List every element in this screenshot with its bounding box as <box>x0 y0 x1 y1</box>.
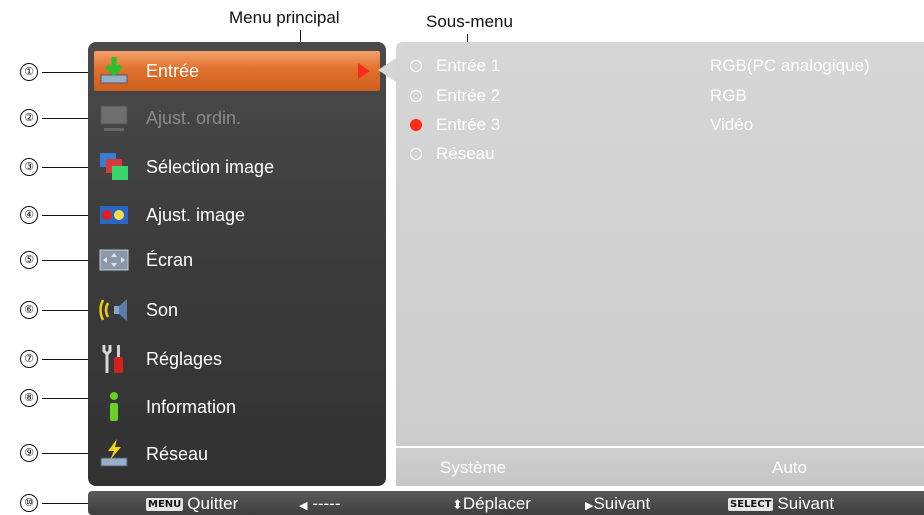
radio-selected-icon <box>410 119 422 131</box>
menu-item-ajust-ordin[interactable]: Ajust. ordin. <box>94 98 380 138</box>
settings-icon <box>98 343 130 375</box>
callout-10-line <box>42 503 94 504</box>
select-key-icon: SELECT <box>728 498 774 511</box>
menu-item-label: Ajust. ordin. <box>146 107 242 128</box>
guide-quit-label: Quitter <box>187 494 239 513</box>
sub-menu-footer[interactable]: Système Auto <box>396 446 924 486</box>
sub-menu-option-value: Vidéo <box>710 115 754 134</box>
menu-item-label: Entrée <box>146 60 200 81</box>
radio-icon <box>410 60 422 72</box>
screen-icon <box>98 244 130 276</box>
menu-item-label: Information <box>146 396 237 417</box>
callout-1-line <box>42 72 94 73</box>
sub-menu-option-value: RGB <box>710 86 747 105</box>
menu-item-reseau[interactable]: Réseau <box>94 434 380 474</box>
left-arrow-icon: ◀ <box>299 500 308 512</box>
sub-menu-option-label: Réseau <box>436 144 495 163</box>
callout-3: ③ <box>20 158 38 176</box>
callout-9-line <box>42 453 94 454</box>
menu-item-information[interactable]: Information <box>94 387 380 427</box>
menu-item-label: Écran <box>146 249 194 270</box>
menu-item-reglages[interactable]: Réglages <box>94 339 380 379</box>
callout-2-line <box>42 118 94 119</box>
selection-arrow-icon <box>358 63 370 79</box>
callout-9: ⑨ <box>20 444 38 462</box>
menu-item-son[interactable]: Son <box>94 290 380 330</box>
guide-select[interactable]: SELECT Suivant <box>728 494 834 514</box>
image-select-icon <box>98 151 130 183</box>
callout-4: ④ <box>20 206 38 224</box>
sub-menu-option-entree-2[interactable]: Entrée 2 RGB <box>410 84 920 108</box>
information-icon <box>98 391 130 423</box>
sub-menu-option-value: RGB(PC analogique) <box>710 56 870 75</box>
sub-menu-pointer <box>378 58 396 82</box>
sub-menu-option-label: Entrée 3 <box>436 115 501 134</box>
sound-icon <box>98 294 130 326</box>
guide-back: ◀ ----- <box>299 494 341 514</box>
sub-menu-option-entree-3[interactable]: Entrée 3 Vidéo <box>410 113 920 137</box>
callout-2: ② <box>20 109 38 127</box>
image-adjust-icon <box>98 199 130 231</box>
callout-5-line <box>42 260 94 261</box>
menu-item-label: Son <box>146 299 179 320</box>
guide-move: ⬍Déplacer <box>452 494 531 514</box>
callout-4-line <box>42 215 94 216</box>
callout-1: ① <box>20 63 38 81</box>
callout-6: ⑥ <box>20 301 38 319</box>
menu-item-ecran[interactable]: Écran <box>94 240 380 280</box>
main-menu-caption: Menu principal <box>229 8 340 27</box>
callout-5: ⑤ <box>20 251 38 269</box>
sub-menu-option-label: Entrée 2 <box>436 86 501 105</box>
callout-7: ⑦ <box>20 350 38 368</box>
menu-item-label: Réglages <box>146 348 223 369</box>
footer-label: Système <box>440 458 507 477</box>
menu-item-ajust-image[interactable]: Ajust. image <box>94 195 380 235</box>
guide-bar: MENU Quitter ◀ ----- ⬍Déplacer ▶Suivant S… <box>88 491 924 515</box>
up-down-arrow-icon: ⬍ <box>452 497 463 512</box>
guide-back-label: ----- <box>312 494 341 513</box>
menu-key-icon: MENU <box>146 498 184 511</box>
sub-menu-option-reseau[interactable]: Réseau <box>410 142 920 166</box>
radio-icon <box>410 148 422 160</box>
callout-3-line <box>42 167 94 168</box>
menu-item-selection-image[interactable]: Sélection image <box>94 147 380 187</box>
sub-menu-option-label: Entrée 1 <box>436 56 501 75</box>
callout-7-line <box>42 359 94 360</box>
network-icon <box>98 438 130 470</box>
menu-item-label: Réseau <box>146 443 209 464</box>
sub-menu-caption: Sous-menu <box>426 12 513 31</box>
pc-adjust-icon <box>98 102 130 134</box>
footer-value: Auto <box>772 458 807 477</box>
input-icon <box>98 55 130 87</box>
guide-next: ▶Suivant <box>585 494 650 514</box>
guide-quit[interactable]: MENU Quitter <box>146 494 238 514</box>
guide-move-label: Déplacer <box>462 494 531 513</box>
radio-icon <box>410 90 422 102</box>
sub-menu-panel: Entrée 1 RGB(PC analogique) Entrée 2 RGB… <box>396 42 924 486</box>
guide-next-label: Suivant <box>593 494 651 513</box>
guide-select-label: Suivant <box>777 494 835 513</box>
callout-8-line <box>42 398 94 399</box>
callout-8: ⑧ <box>20 389 38 407</box>
sub-menu-option-entree-1[interactable]: Entrée 1 RGB(PC analogique) <box>410 54 920 78</box>
menu-item-label: Ajust. image <box>146 204 246 225</box>
callout-10: ⑩ <box>20 494 38 512</box>
menu-item-entree[interactable]: Entrée <box>94 51 380 91</box>
main-menu-panel: Entrée Ajust. ordin. Sélection image Aju… <box>88 42 386 486</box>
menu-item-label: Sélection image <box>146 156 275 177</box>
callout-6-line <box>42 310 94 311</box>
